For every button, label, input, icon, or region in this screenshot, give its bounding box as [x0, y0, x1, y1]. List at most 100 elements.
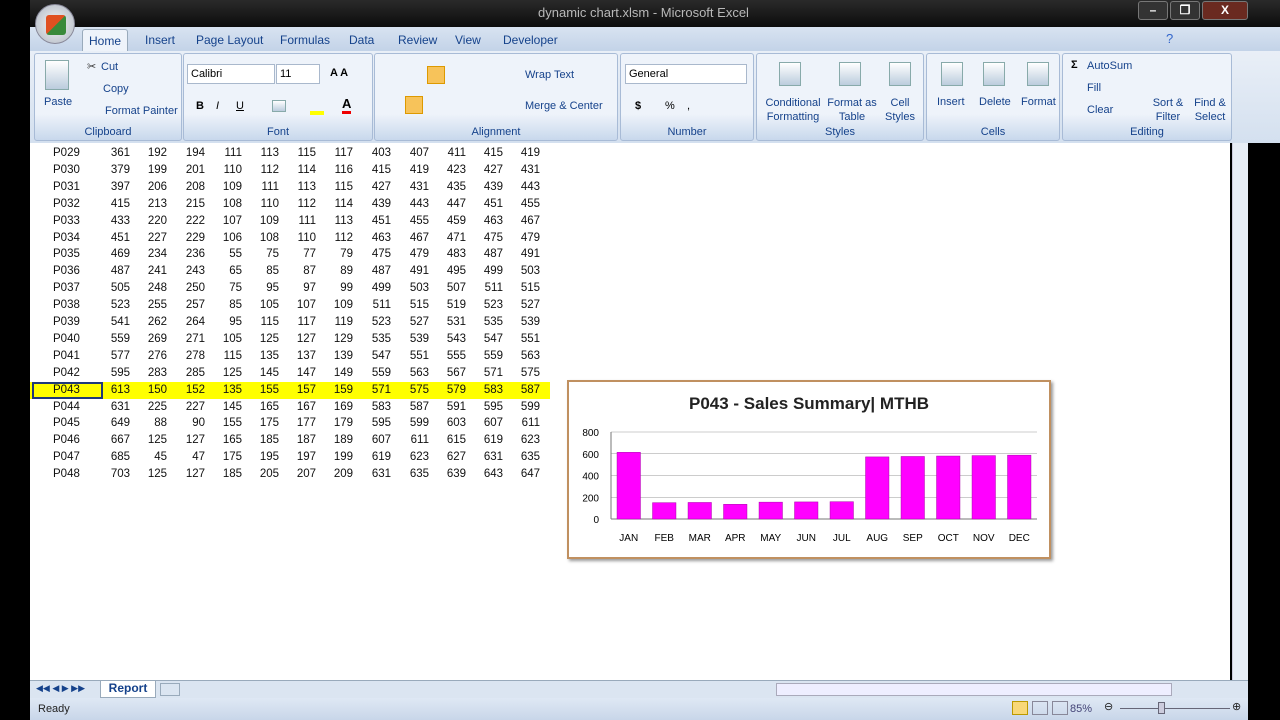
table-cell[interactable]: 127: [171, 468, 205, 480]
comma-button[interactable]: ,: [687, 100, 690, 112]
table-cell[interactable]: 227: [133, 232, 167, 244]
table-cell[interactable]: 125: [208, 367, 242, 379]
page-layout-view-icon[interactable]: [1032, 701, 1048, 715]
table-cell[interactable]: 361: [96, 147, 130, 159]
row-label[interactable]: P037: [53, 282, 80, 294]
table-cell[interactable]: 150: [133, 384, 167, 396]
table-cell[interactable]: 635: [506, 451, 540, 463]
table-cell[interactable]: 85: [245, 265, 279, 277]
table-cell[interactable]: 205: [245, 468, 279, 480]
table-cell[interactable]: 169: [319, 401, 353, 413]
table-cell[interactable]: 209: [319, 468, 353, 480]
table-cell[interactable]: 137: [282, 350, 316, 362]
table-cell[interactable]: 551: [506, 333, 540, 345]
borders-icon[interactable]: [272, 100, 286, 112]
table-cell[interactable]: 487: [96, 265, 130, 277]
table-cell[interactable]: 208: [171, 181, 205, 193]
table-cell[interactable]: 199: [319, 451, 353, 463]
find-select-button[interactable]: Find & Select: [1189, 96, 1231, 124]
italic-button[interactable]: I: [216, 100, 219, 112]
table-cell[interactable]: 587: [506, 384, 540, 396]
table-cell[interactable]: 647: [506, 468, 540, 480]
table-cell[interactable]: 116: [319, 164, 353, 176]
table-cell[interactable]: 269: [133, 333, 167, 345]
table-cell[interactable]: 587: [395, 401, 429, 413]
table-cell[interactable]: 433: [96, 215, 130, 227]
table-cell[interactable]: 110: [282, 232, 316, 244]
table-cell[interactable]: 599: [395, 417, 429, 429]
table-cell[interactable]: 559: [357, 367, 391, 379]
table-cell[interactable]: 543: [432, 333, 466, 345]
cell-styles-button[interactable]: Cell Styles: [879, 96, 921, 124]
table-cell[interactable]: 109: [208, 181, 242, 193]
table-cell[interactable]: 491: [506, 248, 540, 260]
table-cell[interactable]: 479: [395, 248, 429, 260]
table-cell[interactable]: 112: [282, 198, 316, 210]
conditional-formatting-button[interactable]: Conditional Formatting: [763, 96, 823, 124]
table-cell[interactable]: 535: [469, 316, 503, 328]
table-cell[interactable]: 577: [96, 350, 130, 362]
table-cell[interactable]: 108: [245, 232, 279, 244]
autosum-button[interactable]: AutoSum: [1087, 60, 1132, 72]
table-cell[interactable]: 257: [171, 299, 205, 311]
wrap-text-button[interactable]: Wrap Text: [525, 69, 574, 81]
table-cell[interactable]: 129: [319, 333, 353, 345]
table-cell[interactable]: 619: [469, 434, 503, 446]
font-size-select[interactable]: 11: [276, 64, 320, 84]
table-cell[interactable]: 623: [506, 434, 540, 446]
table-cell[interactable]: 427: [357, 181, 391, 193]
minimize-button[interactable]: –: [1138, 1, 1168, 20]
table-cell[interactable]: 276: [133, 350, 167, 362]
table-cell[interactable]: 627: [432, 451, 466, 463]
table-cell[interactable]: 75: [245, 248, 279, 260]
table-cell[interactable]: 243: [171, 265, 205, 277]
table-cell[interactable]: 415: [96, 198, 130, 210]
table-cell[interactable]: 615: [432, 434, 466, 446]
table-cell[interactable]: 114: [319, 198, 353, 210]
table-cell[interactable]: 117: [319, 147, 353, 159]
table-cell[interactable]: 419: [506, 147, 540, 159]
table-cell[interactable]: 75: [208, 282, 242, 294]
table-cell[interactable]: 379: [96, 164, 130, 176]
paste-icon[interactable]: [45, 60, 69, 90]
row-label[interactable]: P048: [53, 468, 80, 480]
table-cell[interactable]: 411: [432, 147, 466, 159]
table-cell[interactable]: 495: [432, 265, 466, 277]
zoom-in-icon[interactable]: ⊕: [1232, 700, 1241, 713]
table-cell[interactable]: 523: [469, 299, 503, 311]
table-cell[interactable]: 635: [395, 468, 429, 480]
table-cell[interactable]: 197: [282, 451, 316, 463]
row-label[interactable]: P031: [53, 181, 80, 193]
table-cell[interactable]: 77: [282, 248, 316, 260]
table-cell[interactable]: 575: [506, 367, 540, 379]
table-cell[interactable]: 487: [469, 248, 503, 260]
table-cell[interactable]: 165: [208, 434, 242, 446]
table-cell[interactable]: 157: [282, 384, 316, 396]
table-cell[interactable]: 631: [96, 401, 130, 413]
table-cell[interactable]: 555: [432, 350, 466, 362]
table-cell[interactable]: 125: [133, 468, 167, 480]
zoom-level[interactable]: 85%: [1070, 703, 1092, 715]
table-cell[interactable]: 248: [133, 282, 167, 294]
table-cell[interactable]: 471: [432, 232, 466, 244]
table-cell[interactable]: 111: [245, 181, 279, 193]
table-cell[interactable]: 631: [357, 468, 391, 480]
table-cell[interactable]: 117: [282, 316, 316, 328]
table-cell[interactable]: 467: [506, 215, 540, 227]
table-cell[interactable]: 241: [133, 265, 167, 277]
format-painter-button[interactable]: Format Painter: [105, 105, 178, 117]
table-cell[interactable]: 531: [432, 316, 466, 328]
table-cell[interactable]: 271: [171, 333, 205, 345]
table-cell[interactable]: 511: [469, 282, 503, 294]
insert-button[interactable]: Insert: [937, 96, 965, 108]
merge-center-button[interactable]: Merge & Center: [525, 100, 603, 112]
table-cell[interactable]: 89: [319, 265, 353, 277]
table-cell[interactable]: 563: [395, 367, 429, 379]
table-cell[interactable]: 487: [357, 265, 391, 277]
row-label[interactable]: P033: [53, 215, 80, 227]
table-cell[interactable]: 527: [395, 316, 429, 328]
font-color-icon[interactable]: A: [342, 96, 352, 114]
table-cell[interactable]: 195: [245, 451, 279, 463]
table-cell[interactable]: 85: [208, 299, 242, 311]
table-cell[interactable]: 285: [171, 367, 205, 379]
